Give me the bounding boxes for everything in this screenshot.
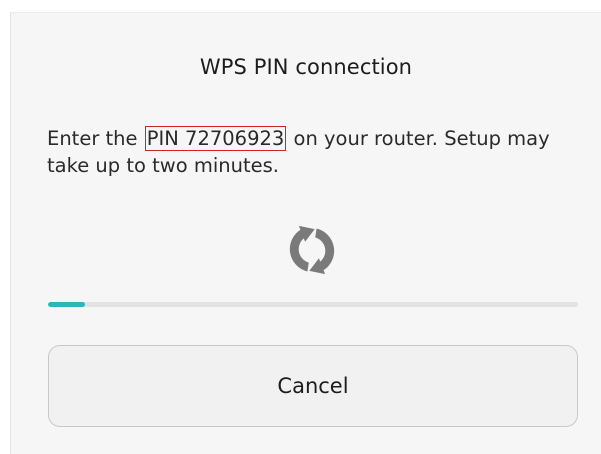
progress-bar-fill: [48, 302, 86, 307]
message-text-before: Enter the: [47, 127, 144, 150]
dialog-title: WPS PIN connection: [199, 55, 413, 79]
pin-code: PIN 72706923: [144, 126, 287, 151]
refresh-icon-graphic: [289, 225, 335, 275]
dialog-message: Enter the PIN 72706923 on your router. S…: [47, 125, 577, 179]
refresh-icon: [281, 219, 343, 281]
wps-pin-dialog: WPS PIN connection Enter the PIN 7270692…: [10, 12, 601, 454]
progress-bar: [48, 302, 578, 307]
cancel-button[interactable]: Cancel: [48, 345, 578, 427]
